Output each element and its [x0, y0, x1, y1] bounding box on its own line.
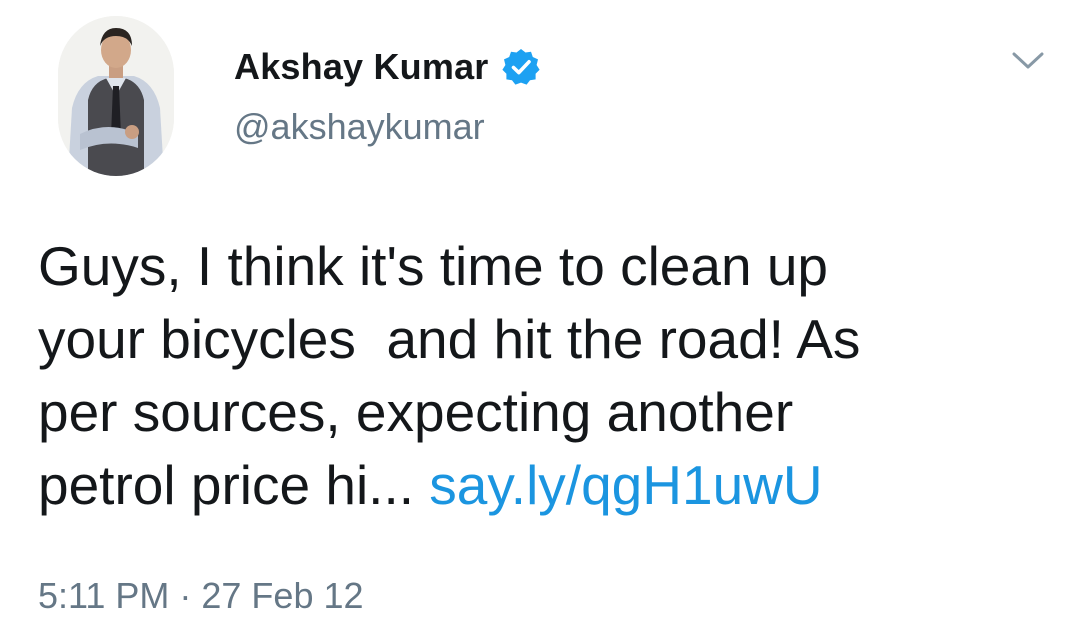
- chevron-down-icon[interactable]: [1006, 46, 1050, 76]
- tweet-timestamp[interactable]: 5:11 PM · 27 Feb 12: [38, 575, 364, 617]
- author-handle[interactable]: @akshaykumar: [234, 106, 485, 148]
- author-display-name[interactable]: Akshay Kumar: [234, 46, 489, 88]
- tweet-text-line: petrol price hi...: [38, 454, 430, 516]
- tweet-card: Akshay Kumar @akshaykumar Guys, I think …: [0, 0, 1079, 629]
- tweet-link[interactable]: say.ly/qgH1uwU: [429, 454, 822, 516]
- author-avatar[interactable]: [58, 16, 174, 176]
- tweet-text-line: per sources, expecting another: [38, 381, 794, 443]
- avatar-image: [58, 16, 174, 176]
- author-name-row: Akshay Kumar: [234, 44, 541, 90]
- tweet-text: Guys, I think it's time to clean up your…: [38, 230, 1048, 522]
- tweet-text-line: your bicycles and hit the road! As: [38, 308, 861, 370]
- tweet-text-line: Guys, I think it's time to clean up: [38, 235, 829, 297]
- verified-badge-icon: [501, 47, 541, 87]
